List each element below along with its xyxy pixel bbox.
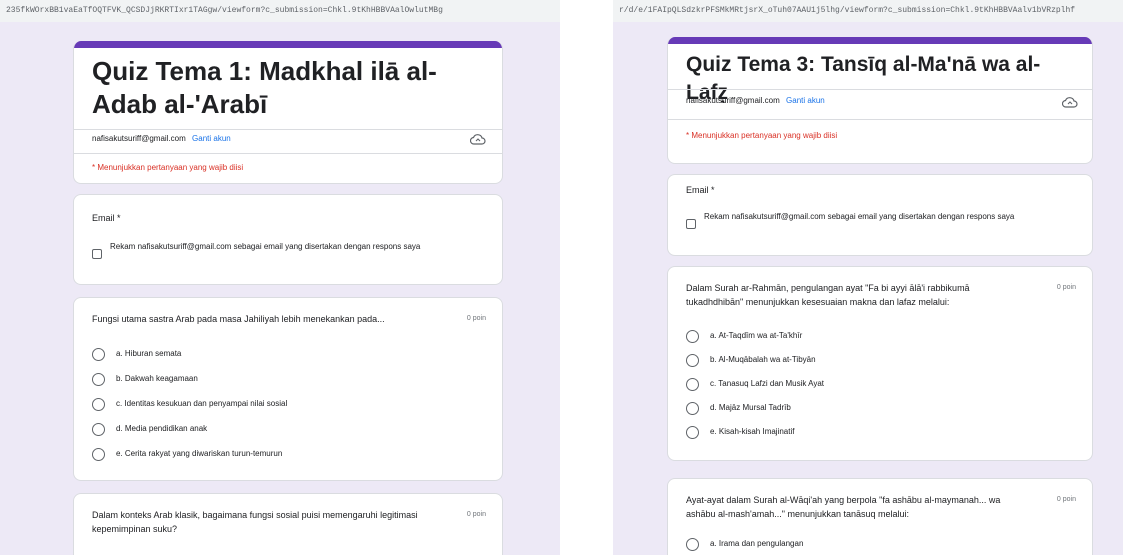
question-card-2: Dalam konteks Arab klasik, bagaimana fun… <box>73 493 503 555</box>
question-text: Dalam konteks Arab klasik, bagaimana fun… <box>92 510 418 534</box>
form-header-card: Quiz Tema 3: Tansīq al-Ma'nā wa al-Lafẓ … <box>667 37 1093 164</box>
account-email: nafisakutsuriff@gmail.com <box>686 96 780 105</box>
option-row[interactable]: e. Cerita rakyat yang diwariskan turun-t… <box>92 447 484 463</box>
right-screenshot: r/d/e/1FAIpQLSdzkrPFSMkMRtjsrX_oTuh07AAU… <box>613 0 1123 555</box>
form-accent-bar <box>668 37 1092 44</box>
question-text: Fungsi utama sastra Arab pada masa Jahil… <box>92 314 385 324</box>
option-label: a. At-Taqdīm wa at-Ta'khīr <box>710 331 803 340</box>
option-label: a. Irama dan pengulangan <box>710 539 804 548</box>
account-line: nafisakutsuriff@gmail.com Ganti akun <box>686 92 825 110</box>
question-card-2: Ayat-ayat dalam Surah al-Wāqi'ah yang be… <box>667 478 1093 555</box>
account-line: nafisakutsuriff@gmail.com Ganti akun <box>92 130 231 148</box>
option-label: e. Kisah-kisah Imajinatif <box>710 427 795 436</box>
option-label: c. Identitas kesukuan dan penyampai nila… <box>116 399 288 408</box>
header-divider-2 <box>74 153 502 154</box>
account-email: nafisakutsuriff@gmail.com <box>92 134 186 143</box>
radio-button[interactable] <box>686 426 699 439</box>
option-row[interactable]: b. Dakwah keagamaan <box>92 372 484 388</box>
email-card: Email * Rekam nafisakutsuriff@gmail.com … <box>667 174 1093 256</box>
option-row[interactable]: b. Al-Muqābalah wa at-Tibyān <box>686 353 1074 369</box>
left-screenshot: 235fkWOrxBB1vaEaTfOQTFVK_QCSDJjRKRTIxr1T… <box>0 0 560 555</box>
email-card: Email * Rekam nafisakutsuriff@gmail.com … <box>73 194 503 285</box>
option-row[interactable]: e. Kisah-kisah Imajinatif <box>686 425 1074 441</box>
radio-button[interactable] <box>92 373 105 386</box>
question-card-1: Dalam Surah ar-Rahmān, pengulangan ayat … <box>667 266 1093 461</box>
switch-account-link[interactable]: Ganti akun <box>192 134 231 143</box>
record-email-checkbox[interactable] <box>686 219 696 229</box>
radio-button[interactable] <box>686 354 699 367</box>
option-row[interactable]: a. Irama dan pengulangan <box>686 537 1074 553</box>
radio-button[interactable] <box>686 538 699 551</box>
option-label: e. Cerita rakyat yang diwariskan turun-t… <box>116 449 283 458</box>
option-label: b. Al-Muqābalah wa at-Tibyān <box>710 355 816 364</box>
option-label: b. Dakwah keagamaan <box>116 374 198 383</box>
option-label: a. Hiburan semata <box>116 349 182 358</box>
points-label: 0 poin <box>466 511 486 518</box>
option-label: d. Majāz Mursal Tadrīb <box>710 403 791 412</box>
switch-account-link[interactable]: Ganti akun <box>786 96 825 105</box>
question-text: Dalam Surah ar-Rahmān, pengulangan ayat … <box>686 283 970 307</box>
radio-button[interactable] <box>92 348 105 361</box>
option-row[interactable]: a. Hiburan semata <box>92 347 484 363</box>
form-header-card: Quiz Tema 1: Madkhal ilā al-Adab al-'Ara… <box>73 41 503 184</box>
option-label: d. Media pendidikan anak <box>116 424 208 433</box>
radio-button[interactable] <box>92 423 105 436</box>
cloud-save-icon <box>1062 97 1078 108</box>
option-row[interactable]: c. Identitas kesukuan dan penyampai nila… <box>92 397 484 413</box>
radio-button[interactable] <box>686 402 699 415</box>
question-card-1: Fungsi utama sastra Arab pada masa Jahil… <box>73 297 503 481</box>
record-email-text: Rekam nafisakutsuriff@gmail.com sebagai … <box>110 242 421 251</box>
header-divider <box>668 89 1092 90</box>
address-bar[interactable]: r/d/e/1FAIpQLSdzkrPFSMkMRtjsrX_oTuh07AAU… <box>613 0 1123 22</box>
form-accent-bar <box>74 41 502 48</box>
points-label: 0 poin <box>1056 284 1076 291</box>
address-bar[interactable]: 235fkWOrxBB1vaEaTfOQTFVK_QCSDJjRKRTIxr1T… <box>0 0 560 22</box>
email-label: Email * <box>686 185 715 195</box>
option-row[interactable]: a. At-Taqdīm wa at-Ta'khīr <box>686 329 1074 345</box>
record-email-text: Rekam nafisakutsuriff@gmail.com sebagai … <box>704 212 1015 221</box>
option-row[interactable]: d. Majāz Mursal Tadrīb <box>686 401 1074 417</box>
cloud-save-icon <box>470 134 486 145</box>
option-row[interactable]: c. Tanasuq Lafzi dan Musik Ayat <box>686 377 1074 393</box>
header-divider-2 <box>668 119 1092 120</box>
record-email-checkbox[interactable] <box>92 249 102 259</box>
option-label: c. Tanasuq Lafzi dan Musik Ayat <box>710 379 824 388</box>
radio-button[interactable] <box>686 330 699 343</box>
option-row[interactable]: d. Media pendidikan anak <box>92 422 484 438</box>
points-label: 0 poin <box>1056 496 1076 503</box>
radio-button[interactable] <box>92 448 105 461</box>
required-note: * Menunjukkan pertanyaan yang wajib diis… <box>92 163 244 172</box>
form-title: Quiz Tema 1: Madkhal ilā al-Adab al-'Ara… <box>92 56 437 119</box>
email-label: Email * <box>92 213 121 223</box>
points-label: 0 poin <box>466 315 486 322</box>
radio-button[interactable] <box>686 378 699 391</box>
question-text: Ayat-ayat dalam Surah al-Wāqi'ah yang be… <box>686 495 1001 519</box>
radio-button[interactable] <box>92 398 105 411</box>
required-note: * Menunjukkan pertanyaan yang wajib diis… <box>686 131 838 140</box>
